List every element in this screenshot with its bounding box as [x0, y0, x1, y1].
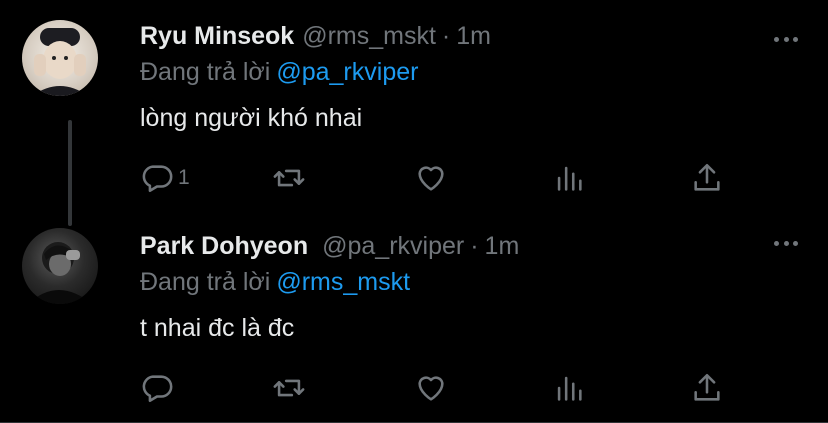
replying-to: Đang trả lời @rms_mskt [140, 266, 410, 298]
replying-to-label: Đang trả lời [140, 58, 271, 86]
separator: · [441, 22, 451, 50]
share-button[interactable] [690, 370, 724, 406]
action-bar [140, 370, 740, 406]
retweet-button[interactable] [272, 370, 306, 406]
timestamp[interactable]: 1m [485, 232, 520, 260]
reply-button[interactable]: 1 [140, 160, 190, 196]
user-handle[interactable]: @pa_rkviper [322, 232, 464, 260]
like-button[interactable] [414, 370, 448, 406]
user-handle[interactable]: @rms_mskt [302, 22, 436, 50]
separator: · [470, 232, 479, 260]
tweet-text: t nhai đc là đc [140, 314, 295, 342]
avatar[interactable] [22, 228, 98, 304]
retweet-button[interactable] [272, 160, 306, 196]
reply-count: 1 [178, 166, 190, 189]
display-name[interactable]: Ryu Minseok [140, 22, 294, 50]
avatar[interactable] [22, 20, 98, 96]
more-icon[interactable] [774, 240, 798, 246]
like-icon [418, 166, 444, 191]
like-button[interactable] [414, 160, 448, 196]
views-icon [557, 376, 582, 401]
action-bar: 1 [140, 160, 740, 196]
timestamp[interactable]: 1m [456, 22, 491, 50]
thread-line [68, 120, 72, 226]
tweet-header: Ryu Minseok @rms_mskt · 1m [140, 20, 491, 52]
reply-button[interactable] [140, 370, 178, 406]
share-icon [694, 163, 720, 191]
tweet-1[interactable]: Ryu Minseok @rms_mskt · 1m Đang trả lời @pa_… [0, 0, 828, 226]
reply-icon [142, 375, 173, 403]
like-icon [418, 376, 444, 401]
reply-icon [142, 165, 173, 193]
views-button[interactable] [552, 160, 586, 196]
views-button[interactable] [552, 370, 586, 406]
replying-to: Đang trả lời @pa_rkviper [140, 56, 418, 88]
tweet-2[interactable]: Park Dohyeon @pa_rkviper · 1m Đang trả lời @… [0, 212, 828, 423]
retweet-icon [273, 379, 305, 397]
tweet-header: Park Dohyeon @pa_rkviper · 1m [140, 230, 519, 262]
tweet-text: lòng người khó nhai [140, 104, 363, 132]
retweet-icon [273, 169, 305, 187]
mention-link[interactable]: @pa_rkviper [276, 58, 418, 86]
mention-link[interactable]: @rms_mskt [276, 268, 410, 296]
replying-to-label: Đang trả lời [140, 268, 271, 296]
display-name[interactable]: Park Dohyeon [140, 232, 308, 260]
views-icon [557, 166, 582, 191]
more-icon[interactable] [774, 36, 798, 42]
share-button[interactable] [690, 160, 724, 196]
share-icon [694, 373, 720, 401]
